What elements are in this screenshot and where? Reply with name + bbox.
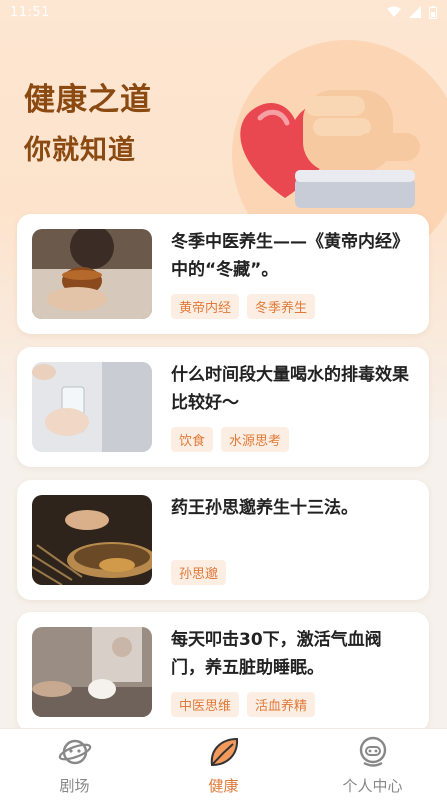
article-card[interactable]: 什么时间段大量喝水的排毒效果比较好～ 饮食 水源思考 [17, 347, 429, 467]
tab-label: 健康 [208, 777, 239, 795]
article-tags: 孙思邈 [171, 560, 227, 585]
heart-hand-illustration [240, 90, 420, 208]
tab-label: 剧场 [59, 777, 90, 795]
status-bar: 11:51 [0, 0, 447, 24]
article-card[interactable]: 药王孙思邈养生十三法。 孙思邈 [17, 480, 429, 600]
bottom-tab-bar: 剧场 健康 个人中心 [0, 728, 447, 800]
status-time: 11:51 [10, 4, 50, 20]
article-title: 冬季中医养生——《黄帝内经》中的“冬藏”。 [171, 232, 409, 280]
tab-label: 个人中心 [342, 777, 403, 795]
article-title: 药王孙思邈养生十三法。 [171, 498, 358, 518]
status-icons [387, 5, 437, 19]
leaf-icon [210, 737, 238, 767]
article-thumbnail [32, 495, 152, 585]
article-tags: 中医思维 活血养精 [171, 692, 316, 717]
article-tag[interactable]: 活血养精 [247, 692, 316, 717]
article-tag[interactable]: 孙思邈 [171, 560, 227, 585]
article-tag[interactable]: 冬季养生 [247, 294, 316, 319]
hero-title: 健康之道 [24, 82, 152, 118]
tab-profile[interactable]: 个人中心 [298, 729, 447, 800]
planet-icon [58, 739, 91, 765]
hero-subtitle: 你就知道 [24, 135, 136, 166]
article-thumbnail [32, 627, 152, 717]
signal-icon [409, 6, 421, 18]
article-thumbnail [32, 229, 152, 319]
article-tag[interactable]: 水源思考 [221, 427, 290, 452]
article-title: 什么时间段大量喝水的排毒效果比较好～ [171, 365, 409, 413]
article-tag[interactable]: 饮食 [171, 427, 214, 452]
tab-health[interactable]: 健康 [149, 729, 298, 800]
wifi-icon [387, 6, 401, 17]
article-title: 每天叩击30下，激活气血阀门，养五脏助睡眠。 [171, 630, 382, 678]
article-card[interactable]: 冬季中医养生——《黄帝内经》中的“冬藏”。 黄帝内经 冬季养生 [17, 214, 429, 334]
article-tag[interactable]: 中医思维 [171, 692, 240, 717]
article-tags: 黄帝内经 冬季养生 [171, 294, 316, 319]
tab-theater[interactable]: 剧场 [0, 729, 149, 800]
battery-icon [429, 5, 437, 19]
article-tags: 饮食 水源思考 [171, 427, 290, 452]
article-thumbnail [32, 362, 152, 452]
robot-icon [359, 736, 386, 767]
article-card[interactable]: 每天叩击30下，激活气血阀门，养五脏助睡眠。 中医思维 活血养精 [17, 612, 429, 732]
article-tag[interactable]: 黄帝内经 [171, 294, 240, 319]
